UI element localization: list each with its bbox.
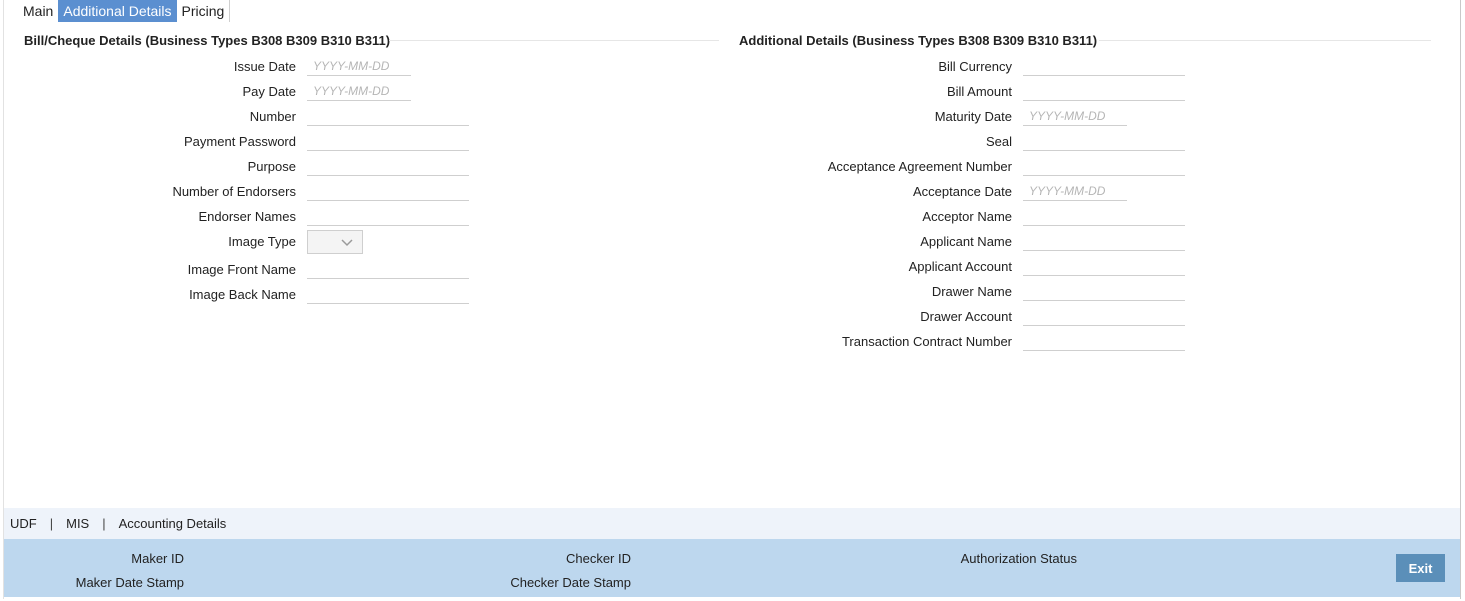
accounting-details-link[interactable]: Accounting Details xyxy=(119,516,227,531)
image-front-name-label: Image Front Name xyxy=(187,262,296,277)
image-back-name-label: Image Back Name xyxy=(189,287,296,302)
additional-details-section-title: Additional Details (Business Types B308 … xyxy=(739,33,1098,48)
seal-input[interactable] xyxy=(1023,131,1185,151)
sub-screen-link-bar: UDF | MIS | Accounting Details xyxy=(4,508,1460,539)
number-label: Number xyxy=(249,109,296,124)
purpose-input[interactable] xyxy=(307,156,469,176)
udf-link[interactable]: UDF xyxy=(10,516,37,531)
pay-date-label: Pay Date xyxy=(242,84,296,99)
drawer-account-input[interactable] xyxy=(1023,306,1185,326)
maker-date-stamp-label: Maker Date Stamp xyxy=(75,575,184,590)
transaction-contract-number-input[interactable] xyxy=(1023,331,1185,351)
number-input[interactable] xyxy=(307,106,469,126)
link-separator: | xyxy=(102,516,106,531)
maker-id-label: Maker ID xyxy=(131,551,184,566)
applicant-account-label: Applicant Account xyxy=(908,259,1012,274)
number-of-endorsers-label: Number of Endorsers xyxy=(172,184,296,199)
drawer-name-input[interactable] xyxy=(1023,281,1185,301)
drawer-name-label: Drawer Name xyxy=(931,284,1012,299)
link-separator: | xyxy=(49,516,54,531)
image-type-select[interactable] xyxy=(307,230,363,254)
transaction-contract-number-label: Transaction Contract Number xyxy=(841,334,1012,349)
bill-cheque-section-title: Bill/Cheque Details (Business Types B308… xyxy=(24,33,391,48)
bill-currency-input[interactable] xyxy=(1023,56,1185,76)
bill-amount-input[interactable] xyxy=(1023,81,1185,101)
acceptance-agreement-number-label: Acceptance Agreement Number xyxy=(827,159,1012,174)
exit-button[interactable]: Exit xyxy=(1396,554,1445,582)
section-divider xyxy=(389,40,719,41)
acceptance-date-input[interactable] xyxy=(1023,181,1127,201)
drawer-account-label: Drawer Account xyxy=(920,309,1012,324)
tab-bar: Main Additional Details Pricing xyxy=(18,0,231,22)
issue-date-label: Issue Date xyxy=(233,59,296,74)
applicant-name-label: Applicant Name xyxy=(920,234,1012,249)
acceptor-name-label: Acceptor Name xyxy=(922,209,1012,224)
mis-link[interactable]: MIS xyxy=(66,516,89,531)
checker-date-stamp-label: Checker Date Stamp xyxy=(510,575,631,590)
payment-password-input[interactable] xyxy=(307,131,469,151)
tab-additional-details[interactable]: Additional Details xyxy=(58,0,177,22)
payment-password-label: Payment Password xyxy=(184,134,296,149)
section-divider xyxy=(1099,40,1431,41)
image-front-name-input[interactable] xyxy=(307,259,469,279)
maturity-date-input[interactable] xyxy=(1023,106,1127,126)
image-back-name-input[interactable] xyxy=(307,284,469,304)
acceptance-agreement-number-input[interactable] xyxy=(1023,156,1185,176)
form-frame: Main Additional Details Pricing Bill/Che… xyxy=(3,0,1461,599)
applicant-account-input[interactable] xyxy=(1023,256,1185,276)
purpose-label: Purpose xyxy=(247,159,296,174)
endorser-names-input[interactable] xyxy=(307,206,469,226)
seal-label: Seal xyxy=(985,134,1012,149)
applicant-name-input[interactable] xyxy=(1023,231,1185,251)
chevron-down-icon xyxy=(340,235,354,252)
audit-footer: Maker ID Maker Date Stamp Checker ID Che… xyxy=(4,539,1460,597)
tab-main[interactable]: Main xyxy=(18,0,58,22)
tab-pricing[interactable]: Pricing xyxy=(177,0,230,22)
tab-divider xyxy=(229,0,231,22)
issue-date-input[interactable] xyxy=(307,56,411,76)
number-of-endorsers-input[interactable] xyxy=(307,181,469,201)
bill-currency-label: Bill Currency xyxy=(938,59,1012,74)
endorser-names-label: Endorser Names xyxy=(198,209,296,224)
maturity-date-label: Maturity Date xyxy=(934,109,1012,124)
image-type-label: Image Type xyxy=(228,234,296,249)
acceptance-date-label: Acceptance Date xyxy=(912,184,1012,199)
acceptor-name-input[interactable] xyxy=(1023,206,1185,226)
bill-amount-label: Bill Amount xyxy=(946,84,1012,99)
authorization-status-label: Authorization Status xyxy=(960,551,1077,566)
pay-date-input[interactable] xyxy=(307,81,411,101)
checker-id-label: Checker ID xyxy=(565,551,631,566)
